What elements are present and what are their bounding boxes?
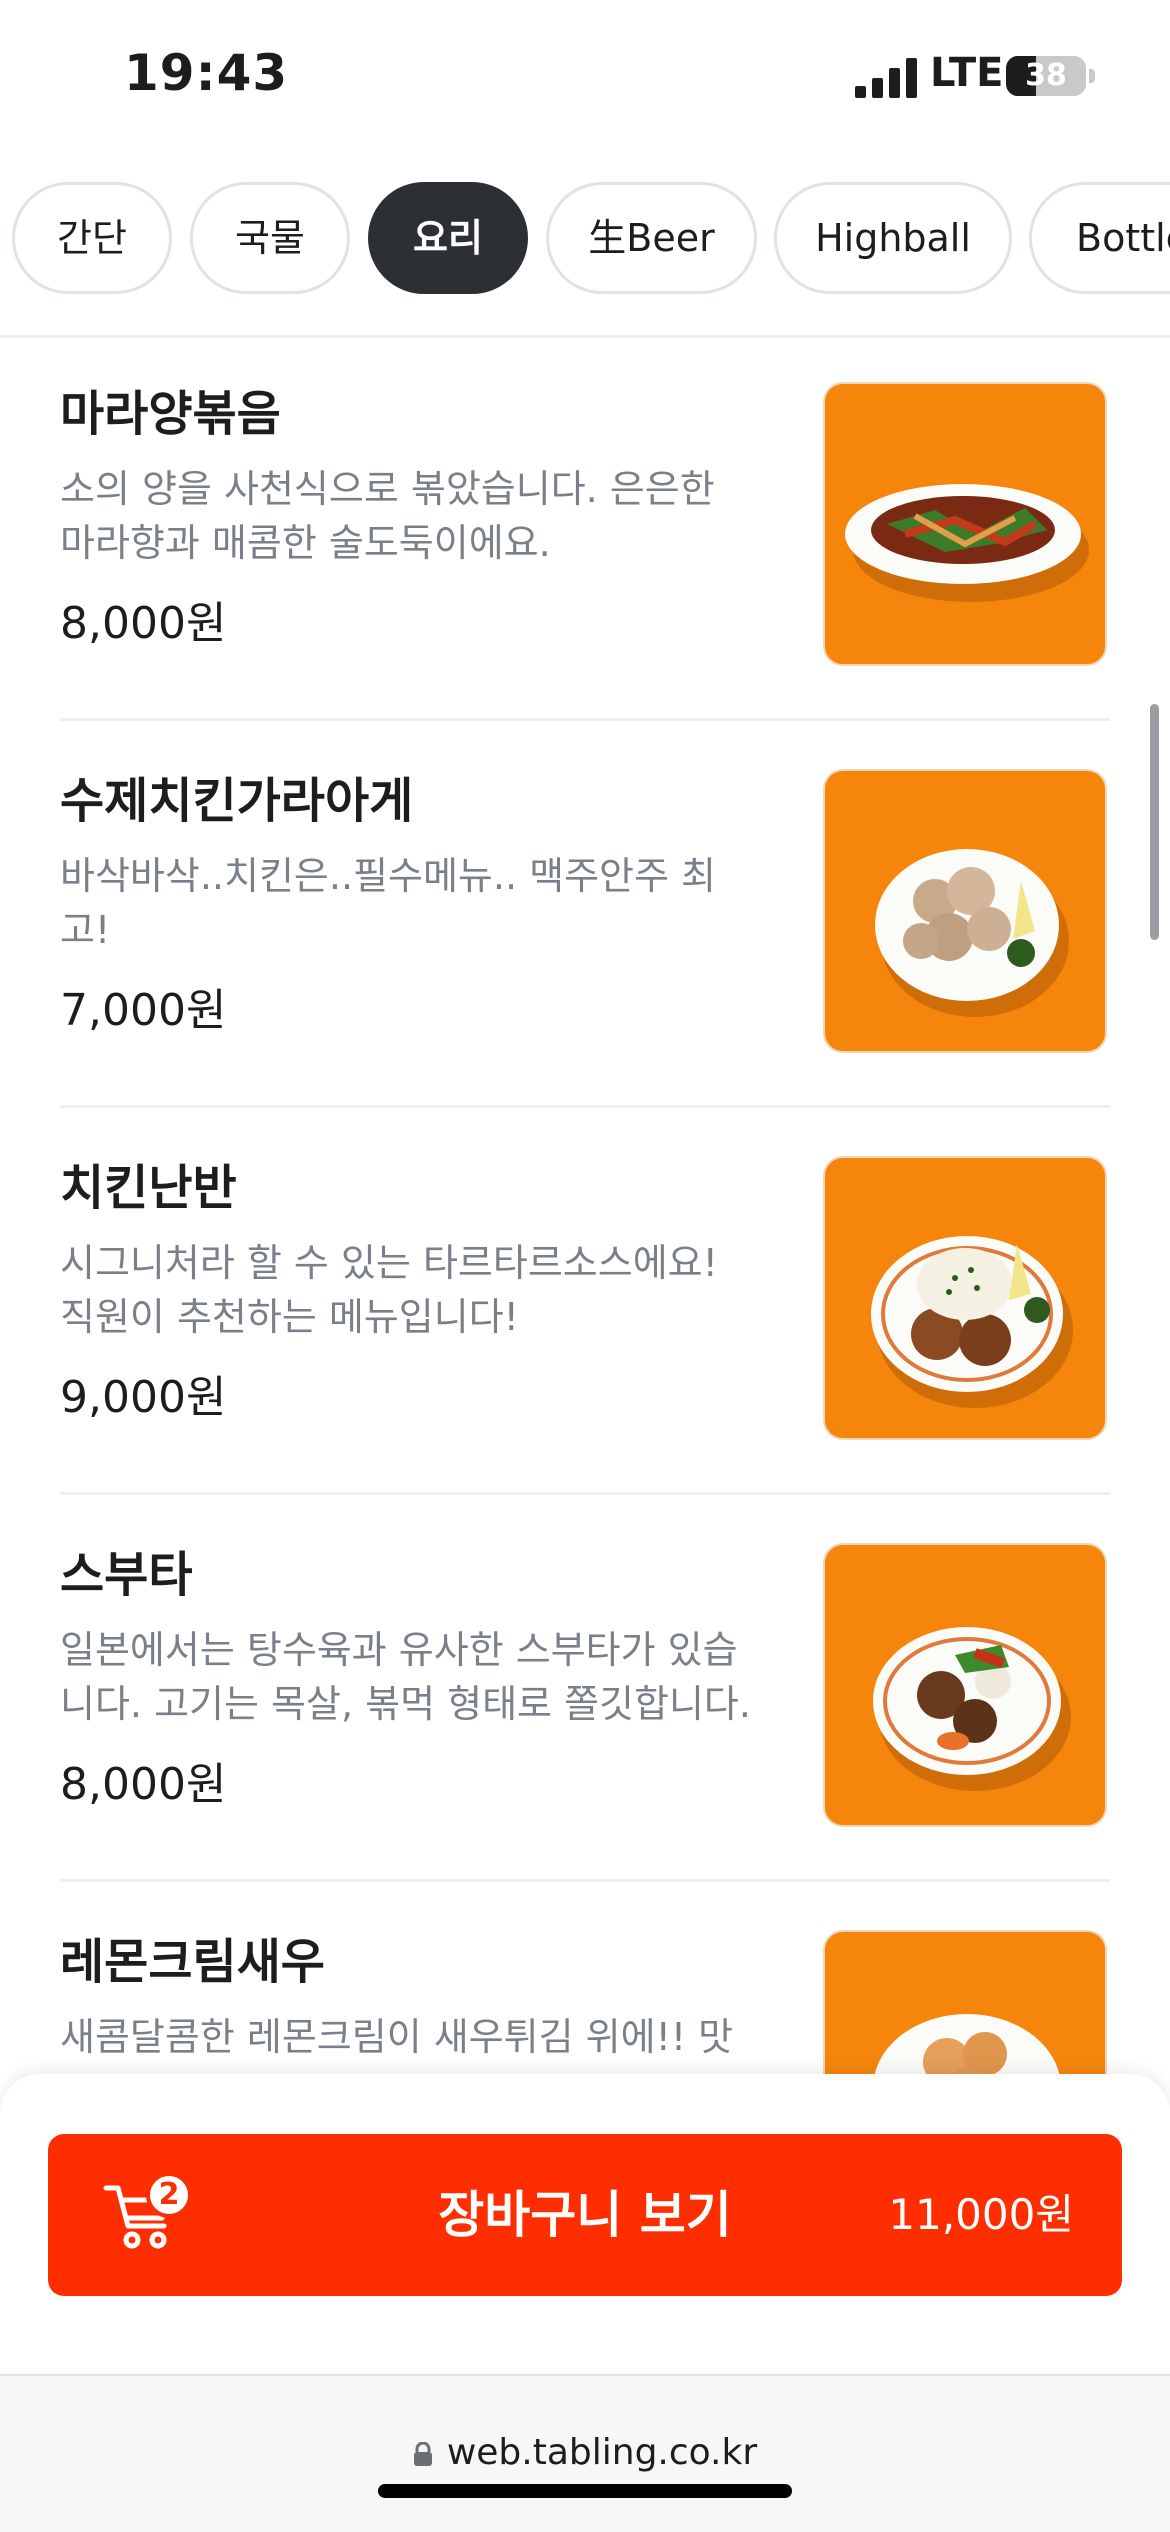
- dish-illustration: [871, 1236, 1073, 1408]
- status-time: 19:43: [124, 44, 289, 102]
- menu-item-price: 8,000원: [60, 1759, 227, 1810]
- description-line: 소의 양을 사천식으로 볶았습니다. 은은한: [60, 467, 715, 511]
- page: 19:43 LTE 38 간단 국물 요리 生Beer Highball Bot…: [0, 0, 1170, 2532]
- menu-item-description: 일본에서는 탕수육과 유사한 스부타가 있습 니다. 고기는 목살, 볶먹 형태…: [60, 1623, 760, 1731]
- menu-item-name: 치킨난반: [60, 1160, 237, 1216]
- cart-total: 11,000원: [888, 2190, 1074, 2239]
- menu-item[interactable]: 마라양볶음 소의 양을 사천식으로 볶았습니다. 은은한 마라향과 매콤한 술도…: [60, 382, 1110, 768]
- battery-percentage: 38: [1025, 58, 1067, 93]
- address-bar[interactable]: web.tabling.co.kr: [0, 2432, 1170, 2473]
- description-line: 시그니처라 할 수 있는 타르타르소스에요!: [60, 1241, 718, 1285]
- item-divider: [60, 718, 1110, 721]
- menu-item-description: 새콤달콤한 레몬크림이 새우튀김 위에!! 맛: [60, 2010, 760, 2064]
- menu-item-name: 레몬크림새우: [60, 1934, 325, 1990]
- menu-item-price: 8,000원: [60, 598, 227, 649]
- description-line: 마라향과 매콤한 술도둑이에요.: [60, 521, 551, 565]
- category-tabs: 간단 국물 요리 生Beer Highball Bottle: [0, 182, 1170, 294]
- home-indicator[interactable]: [378, 2484, 792, 2498]
- description-line: 고!: [60, 908, 111, 952]
- menu-item-name: 스부타: [60, 1547, 193, 1603]
- category-chip-soup[interactable]: 국물: [190, 182, 350, 294]
- item-divider: [60, 1879, 1110, 1882]
- menu-item-description: 시그니처라 할 수 있는 타르타르소스에요! 직원이 추천하는 메뉴입니다!: [60, 1236, 760, 1344]
- description-line: 바삭바삭..치킨은..필수메뉴.. 맥주안주 최: [60, 854, 716, 898]
- menu-item-photo[interactable]: [823, 1543, 1107, 1827]
- description-line: 일본에서는 탕수육과 유사한 스부타가 있습: [60, 1628, 738, 1672]
- menu-item[interactable]: 스부타 일본에서는 탕수육과 유사한 스부타가 있습 니다. 고기는 목살, 볶…: [60, 1543, 1110, 1929]
- menu-item-photo[interactable]: [823, 1156, 1107, 1440]
- item-divider: [60, 1105, 1110, 1108]
- status-bar: 19:43 LTE 38: [0, 0, 1170, 150]
- menu-item-price: 9,000원: [60, 1372, 227, 1423]
- description-line: 니다. 고기는 목살, 볶먹 형태로 쫄깃합니다.: [60, 1682, 751, 1726]
- cellular-signal-icon: [855, 58, 917, 98]
- menu-item-description: 소의 양을 사천식으로 볶았습니다. 은은한 마라향과 매콤한 술도둑이에요.: [60, 462, 760, 570]
- lock-icon: [413, 2434, 433, 2466]
- category-chip-dishes[interactable]: 요리: [368, 182, 528, 294]
- category-chip-bottle[interactable]: Bottle: [1029, 182, 1170, 294]
- menu-item[interactable]: 수제치킨가라아게 바삭바삭..치킨은..필수메뉴.. 맥주안주 최 고! 7,0…: [60, 769, 1110, 1155]
- menu-item-photo[interactable]: [823, 382, 1107, 666]
- browser-bar: web.tabling.co.kr: [0, 2374, 1170, 2532]
- menu-item-description: 바삭바삭..치킨은..필수메뉴.. 맥주안주 최 고!: [60, 849, 760, 957]
- menu-item-name: 수제치킨가라아게: [60, 773, 414, 829]
- item-divider: [60, 1492, 1110, 1495]
- category-chip-highball[interactable]: Highball: [774, 182, 1012, 294]
- menu-item[interactable]: 치킨난반 시그니처라 할 수 있는 타르타르소스에요! 직원이 추천하는 메뉴입…: [60, 1156, 1110, 1542]
- view-cart-button[interactable]: 2 장바구니 보기 11,000원: [48, 2134, 1122, 2296]
- dish-illustration: [873, 1627, 1071, 1791]
- dish-illustration: [875, 849, 1069, 1017]
- category-chip-simple[interactable]: 간단: [12, 182, 172, 294]
- menu-item-photo[interactable]: [823, 769, 1107, 1053]
- dish-illustration: [845, 484, 1089, 602]
- battery-icon: 38: [1006, 56, 1086, 96]
- network-type: LTE: [930, 50, 1004, 96]
- battery-tip: [1089, 69, 1095, 83]
- description-line: 새콤달콤한 레몬크림이 새우튀김 위에!! 맛: [60, 2015, 734, 2059]
- scroll-indicator[interactable]: [1150, 704, 1159, 940]
- menu-item-price: 7,000원: [60, 985, 227, 1036]
- menu-item-name: 마라양볶음: [60, 386, 281, 442]
- url-text: web.tabling.co.kr: [446, 2432, 758, 2473]
- description-line: 직원이 추천하는 메뉴입니다!: [60, 1295, 519, 1339]
- category-divider: [0, 335, 1170, 338]
- category-chip-draft-beer[interactable]: 生Beer: [546, 182, 757, 294]
